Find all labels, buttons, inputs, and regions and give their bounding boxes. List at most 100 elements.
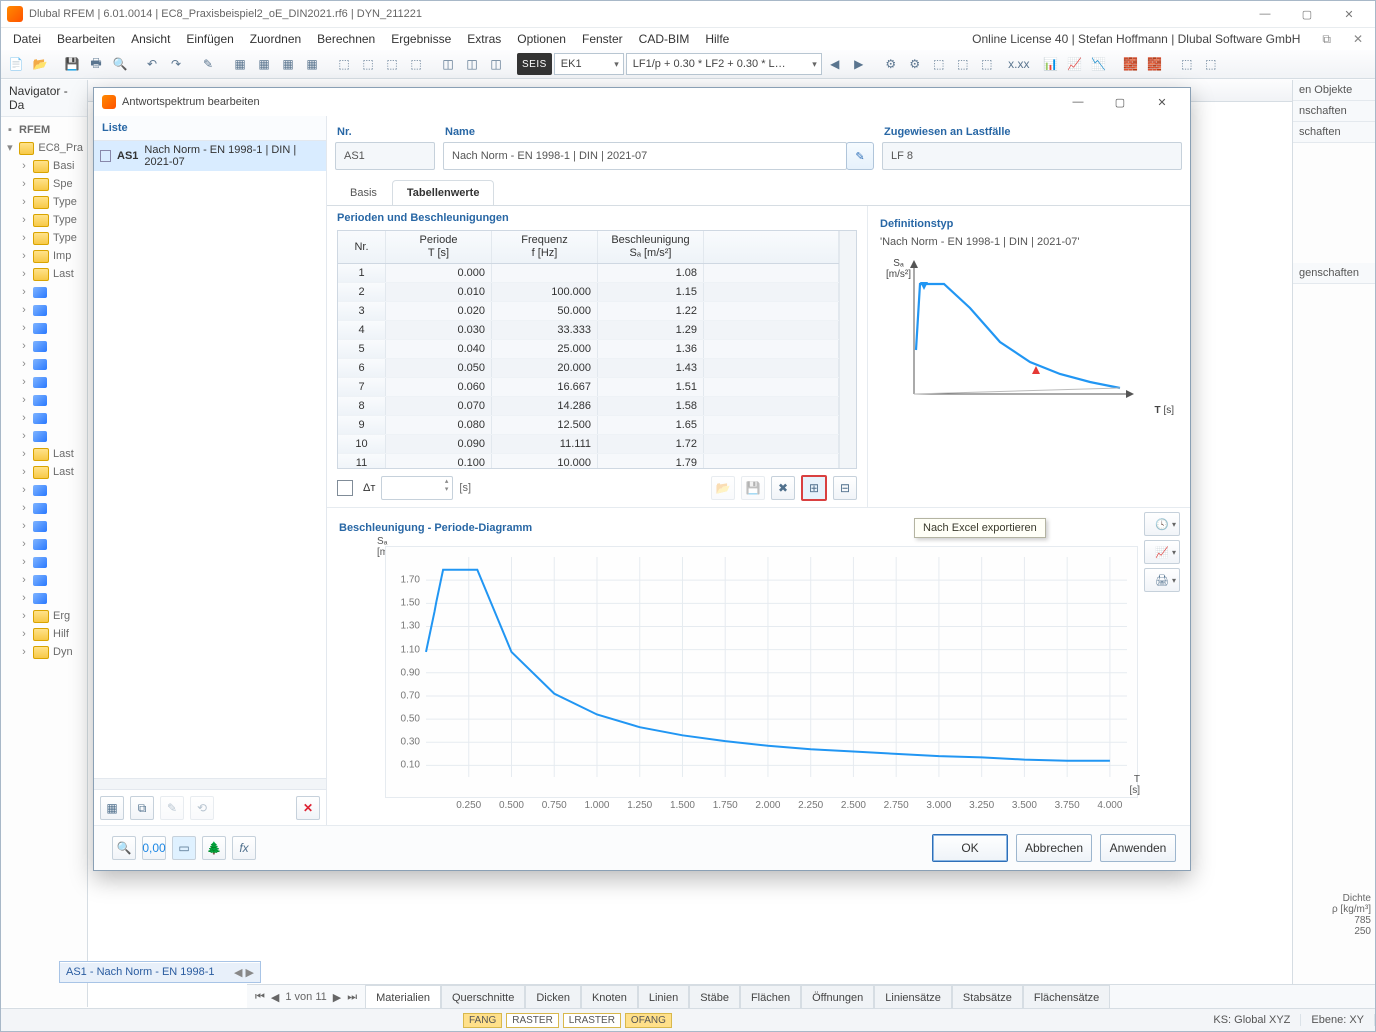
toolbar-button[interactable]: ⬚ — [952, 53, 974, 75]
maximize-button[interactable]: ▢ — [1287, 4, 1327, 24]
nav-item[interactable]: › — [5, 571, 83, 589]
mdi-restore-icon[interactable]: ⧉ — [1314, 29, 1339, 50]
toolbar-button[interactable]: 🖶 — [85, 53, 107, 75]
delta-spinner[interactable] — [381, 476, 453, 500]
nav-item[interactable]: ›Last — [5, 445, 83, 463]
menu-zuordnen[interactable]: Zuordnen — [242, 29, 309, 49]
menu-bearbeiten[interactable]: Bearbeiten — [49, 29, 123, 49]
chart-axes-button[interactable]: 📈 — [1144, 540, 1180, 564]
nav-item[interactable]: › — [5, 373, 83, 391]
minimize-button[interactable]: — — [1245, 4, 1285, 24]
menu-fenster[interactable]: Fenster — [574, 29, 631, 49]
toolbar-button[interactable]: 📄 — [5, 53, 27, 75]
menu-hilfe[interactable]: Hilfe — [697, 29, 737, 49]
apply-button[interactable]: Anwenden — [1100, 834, 1176, 862]
menu-berechnen[interactable]: Berechnen — [309, 29, 383, 49]
table-row[interactable]: 10.0001.08 — [338, 264, 839, 283]
toolbar-button[interactable]: ⚙ — [880, 53, 902, 75]
nav-item[interactable]: ›Basi — [5, 157, 83, 175]
nav-item[interactable]: › — [5, 481, 83, 499]
snap-fang[interactable]: FANG — [463, 1013, 502, 1028]
bottom-tab[interactable]: Öffnungen — [801, 985, 874, 1009]
toolbar-button[interactable]: ⬚ — [357, 53, 379, 75]
bottom-tab[interactable]: Knoten — [581, 985, 638, 1009]
nav-item[interactable]: ›Imp — [5, 247, 83, 265]
chart-time-button[interactable]: 🕓 — [1144, 512, 1180, 536]
toolbar-button[interactable]: ✎ — [197, 53, 219, 75]
bottom-tab[interactable]: Dicken — [525, 985, 581, 1009]
open-button[interactable]: 📂 — [711, 476, 735, 500]
bottom-tab[interactable]: Materialien — [365, 985, 441, 1009]
edit-name-button[interactable]: ✎ — [846, 142, 874, 170]
nav-item[interactable]: › — [5, 553, 83, 571]
toolbar-button[interactable]: ⬚ — [381, 53, 403, 75]
delete-item-button[interactable]: ✕ — [296, 796, 320, 820]
table-row[interactable]: 110.10010.0001.79 — [338, 454, 839, 469]
mdi-close-icon[interactable]: ✕ — [1345, 29, 1371, 50]
bottom-tab[interactable]: Stäbe — [689, 985, 740, 1009]
tab-basis[interactable]: Basis — [335, 180, 392, 205]
toolbar-button[interactable]: ⬚ — [1176, 53, 1198, 75]
loadcase-combo-1[interactable]: EK1 — [554, 53, 624, 75]
toolbar-button[interactable]: ▦ — [301, 53, 323, 75]
fx-button[interactable]: fx — [232, 836, 256, 860]
tree-button[interactable]: 🌲 — [202, 836, 226, 860]
toolbar-button[interactable]: ↶ — [141, 53, 163, 75]
pager-prev-icon[interactable]: ◀ — [271, 991, 279, 1004]
nav-item[interactable]: ›Last — [5, 463, 83, 481]
close-button[interactable]: ✕ — [1329, 4, 1369, 24]
toolbar-button[interactable]: ⬚ — [1200, 53, 1222, 75]
pager-next-icon[interactable]: ▶ — [333, 991, 341, 1004]
table-row[interactable]: 80.07014.2861.58 — [338, 397, 839, 416]
copy-item-button[interactable]: ⧉ — [130, 796, 154, 820]
name-field[interactable]: Nach Norm - EN 1998-1 | DIN | 2021-07 — [443, 142, 847, 170]
table-row[interactable]: 90.08012.5001.65 — [338, 416, 839, 435]
chart-print-button[interactable]: 🖨 — [1144, 568, 1180, 592]
menu-cadbim[interactable]: CAD-BIM — [631, 29, 698, 49]
snap-raster[interactable]: RASTER — [506, 1013, 559, 1028]
dialog-minimize-button[interactable]: — — [1058, 91, 1098, 113]
table-row[interactable]: 100.09011.1111.72 — [338, 435, 839, 454]
bottom-tab[interactable]: Linien — [638, 985, 689, 1009]
bottom-tab[interactable]: Liniensätze — [874, 985, 952, 1009]
save-button[interactable]: 💾 — [741, 476, 765, 500]
table-row[interactable]: 50.04025.0001.36 — [338, 340, 839, 359]
toolbar-button[interactable]: 📉 — [1088, 53, 1110, 75]
view-button[interactable]: ▭ — [172, 836, 196, 860]
table-scrollbar[interactable] — [839, 231, 856, 469]
nav-item[interactable]: › — [5, 337, 83, 355]
nav-item[interactable]: › — [5, 409, 83, 427]
menu-einfuegen[interactable]: Einfügen — [178, 29, 241, 49]
nav-item[interactable]: › — [5, 319, 83, 337]
menu-datei[interactable]: Datei — [5, 29, 49, 49]
list-scrollbar[interactable] — [94, 778, 326, 789]
nav-root[interactable]: RFEM — [19, 121, 50, 139]
nav-item[interactable]: › — [5, 283, 83, 301]
toolbar-button[interactable]: ⬚ — [928, 53, 950, 75]
pager-first-icon[interactable]: ⏮ — [255, 991, 265, 1004]
toolbar-button[interactable]: ▦ — [277, 53, 299, 75]
toolbar-button[interactable]: ◀ — [824, 53, 846, 75]
toolbar-button[interactable]: x.xx — [1008, 53, 1030, 75]
toolbar-button[interactable]: 🧱 — [1144, 53, 1166, 75]
export-excel-button[interactable]: ⊞ — [801, 475, 827, 501]
toolbar-button[interactable]: 🔍 — [109, 53, 131, 75]
nav-spectrum-tab[interactable]: AS1 - Nach Norm - EN 1998-1 ◀ ▶ — [59, 961, 261, 983]
toolbar-button[interactable]: ⬚ — [405, 53, 427, 75]
nav-item[interactable]: › — [5, 427, 83, 445]
help-button[interactable]: 🔍 — [112, 836, 136, 860]
nav-item[interactable]: ›Spe — [5, 175, 83, 193]
nav-item[interactable]: › — [5, 391, 83, 409]
toolbar-button[interactable]: ↷ — [165, 53, 187, 75]
toolbar-button[interactable]: ▦ — [229, 53, 251, 75]
snap-ofang[interactable]: OFANG — [625, 1013, 672, 1028]
table-row[interactable]: 20.010100.0001.15 — [338, 283, 839, 302]
toolbar-button[interactable]: 🧱 — [1120, 53, 1142, 75]
menu-ansicht[interactable]: Ansicht — [123, 29, 178, 49]
toolbar-button[interactable]: ◫ — [461, 53, 483, 75]
nav-item[interactable]: ›Hilf — [5, 625, 83, 643]
spectrum-list-item[interactable]: AS1 Nach Norm - EN 1998-1 | DIN | 2021-0… — [94, 141, 326, 171]
nav-item[interactable]: ›Last — [5, 265, 83, 283]
seis-badge[interactable]: SEIS — [517, 53, 552, 75]
import-excel-button[interactable]: ⊟ — [833, 476, 857, 500]
